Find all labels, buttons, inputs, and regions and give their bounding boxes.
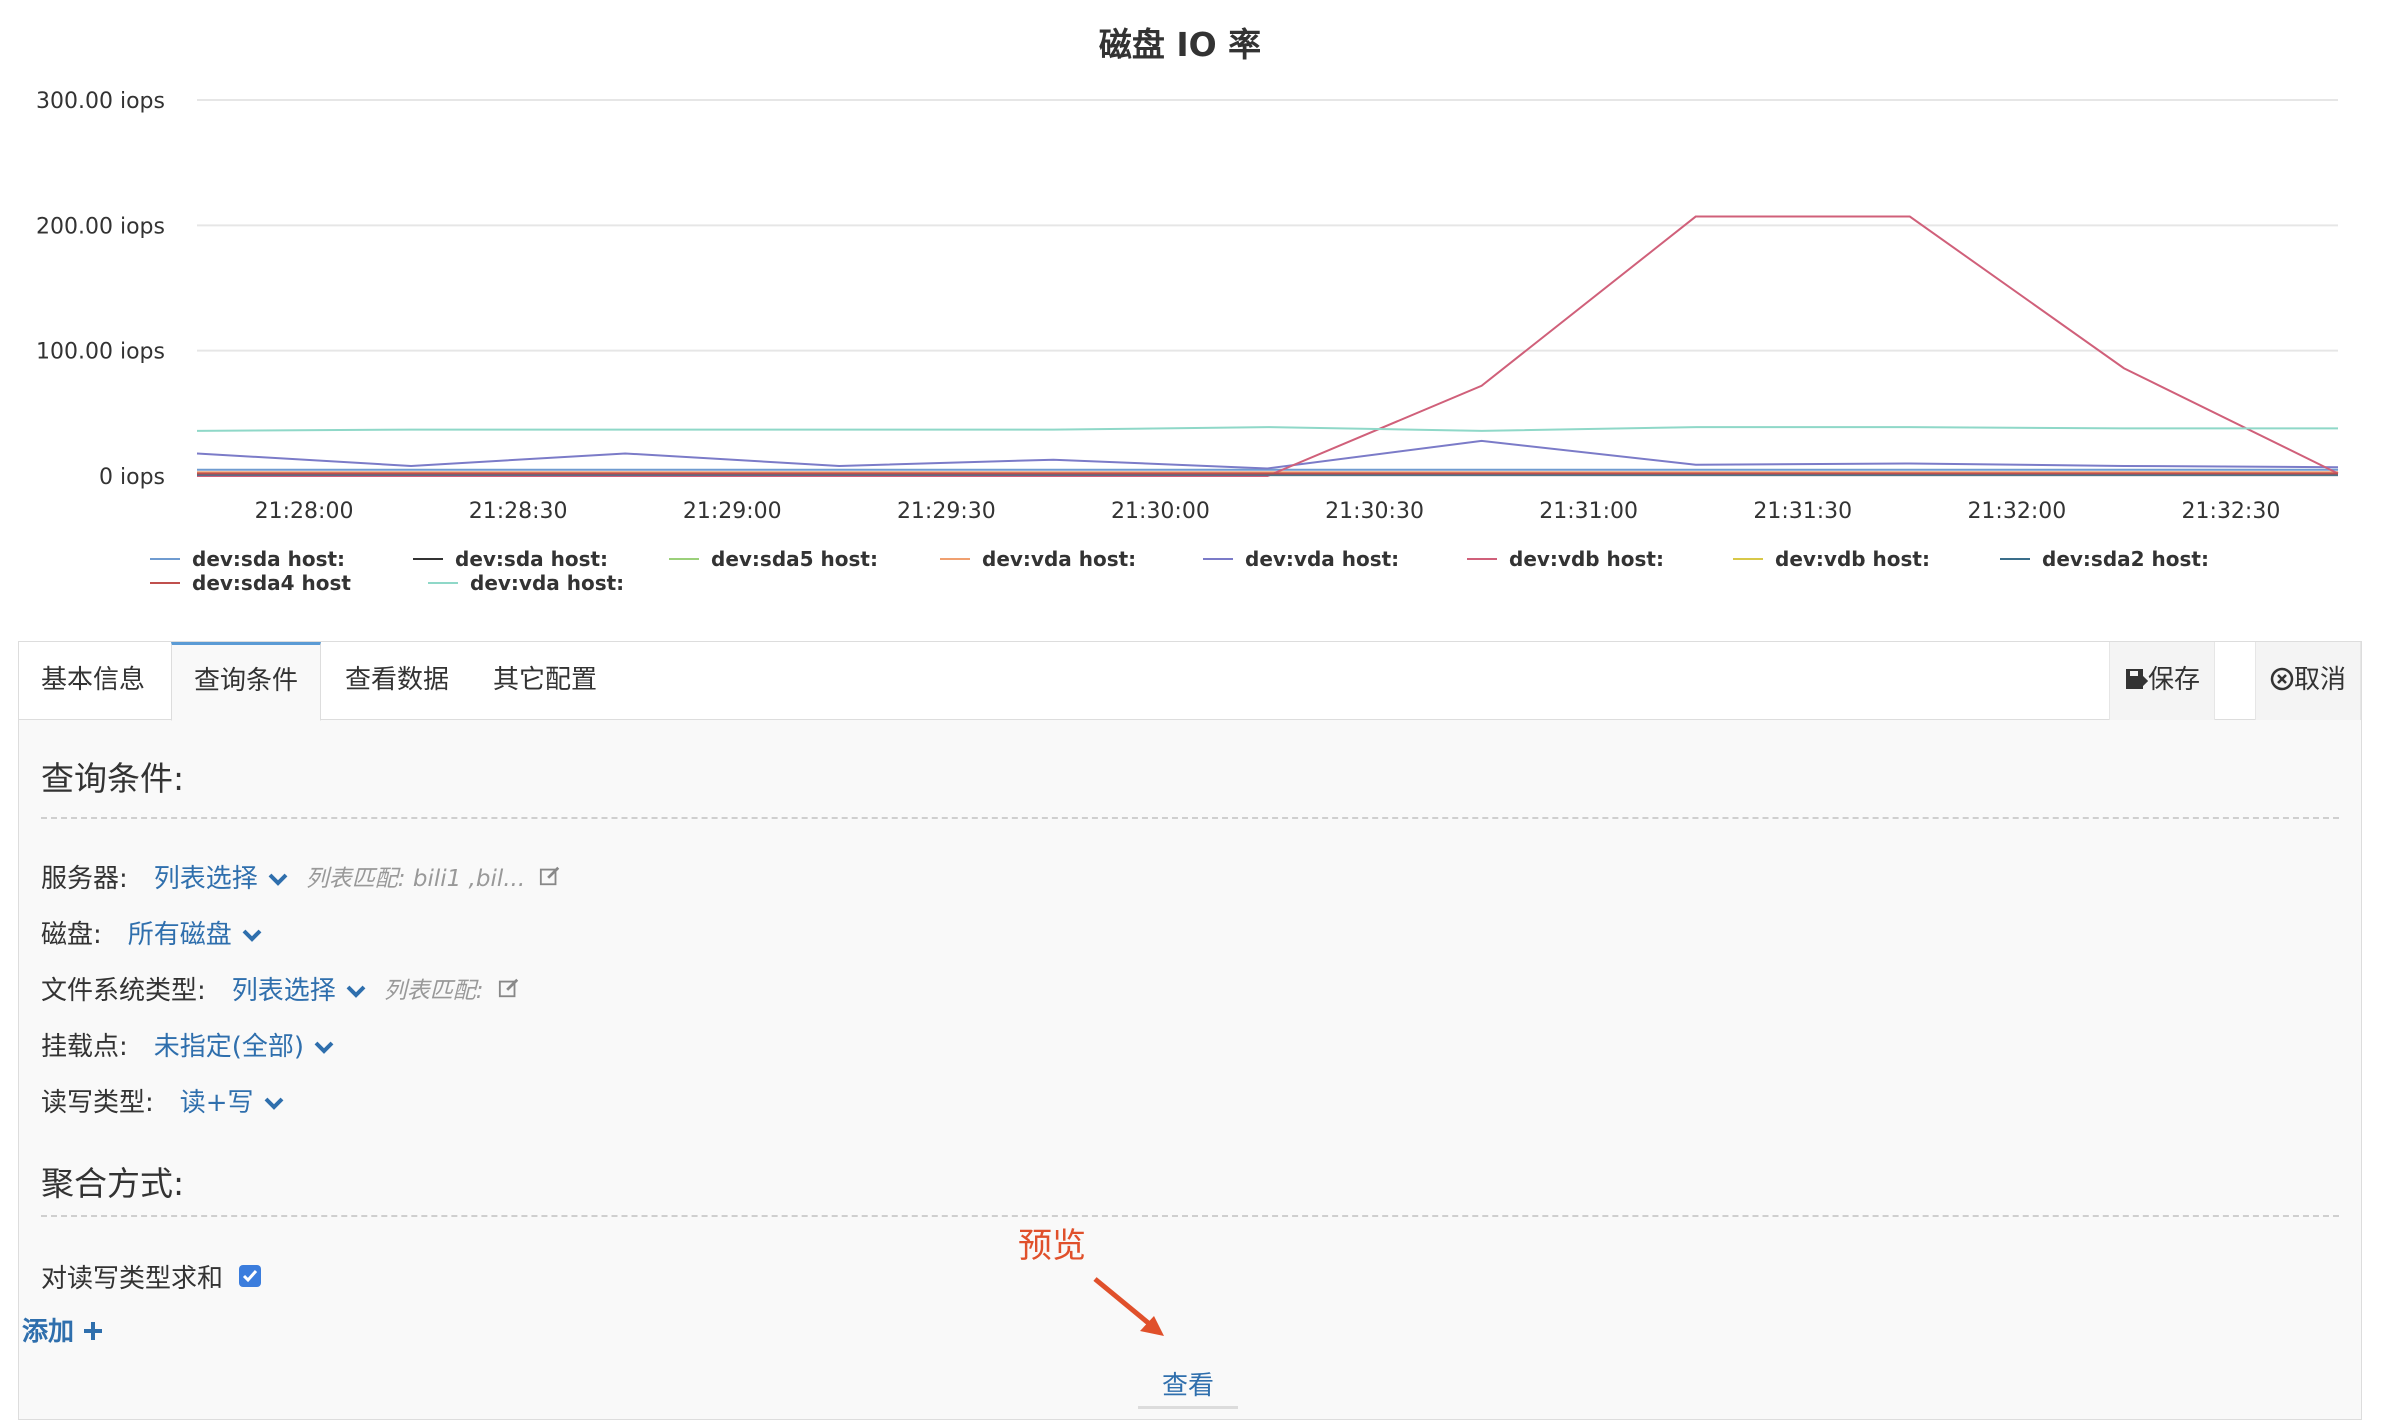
save-label: 保存 bbox=[2148, 665, 2201, 695]
sum-rw-label: 对读写类型求和 bbox=[41, 1263, 224, 1294]
fs-type-label: 文件系统类型: bbox=[41, 975, 206, 1006]
disk-row: 磁盘: 所有磁盘 bbox=[41, 912, 264, 952]
y-tick-label: 0 iops bbox=[99, 465, 165, 490]
x-tick-label: 21:32:30 bbox=[2182, 499, 2281, 524]
server-select[interactable]: 列表选择 bbox=[154, 858, 290, 895]
tab-bar: 基本信息 查询条件 查看数据 其它配置 保存 取消 bbox=[19, 642, 2361, 721]
fs-type-hint: 列表匹配: bbox=[383, 978, 484, 1004]
annotation-arrow-icon bbox=[1093, 1277, 1164, 1336]
chevron-down-icon bbox=[242, 929, 262, 942]
cancel-label: 取消 bbox=[2294, 665, 2347, 695]
tab-basic-info[interactable]: 基本信息 bbox=[19, 642, 167, 720]
add-button[interactable]: 添加 bbox=[22, 1311, 103, 1348]
query-section-title: 查询条件: bbox=[41, 759, 185, 798]
aggregate-divider bbox=[41, 1215, 2339, 1217]
series-line bbox=[196, 439, 2339, 470]
series-line bbox=[197, 215, 2339, 477]
rw-type-select[interactable]: 读+写 bbox=[180, 1082, 286, 1119]
mount-point-label: 挂载点: bbox=[41, 1031, 128, 1062]
save-icon bbox=[2126, 669, 2149, 689]
chevron-down-icon bbox=[346, 985, 366, 998]
plus-icon bbox=[84, 1322, 103, 1340]
disk-label: 磁盘: bbox=[41, 919, 102, 950]
server-label: 服务器: bbox=[41, 863, 128, 894]
legend-item: dev:vda host: bbox=[470, 571, 624, 595]
x-tick-label: 21:28:00 bbox=[255, 499, 354, 524]
sum-rw-checkbox[interactable] bbox=[239, 1265, 262, 1287]
server-row: 服务器: 列表选择 列表匹配: bili1 ,bil... bbox=[41, 856, 561, 896]
legend-item: dev:sda5 host: bbox=[711, 547, 878, 571]
y-tick-label: 100.00 iops bbox=[36, 340, 165, 365]
chevron-down-icon bbox=[314, 1041, 334, 1054]
x-tick-label: 21:31:30 bbox=[1753, 499, 1852, 524]
mount-point-row: 挂载点: 未指定(全部) bbox=[41, 1024, 336, 1064]
y-tick-label: 200.00 iops bbox=[36, 214, 165, 239]
checkmark-icon bbox=[242, 1270, 258, 1283]
query-divider bbox=[41, 817, 2339, 819]
close-circle-icon bbox=[2270, 667, 2294, 691]
fs-type-select[interactable]: 列表选择 bbox=[232, 970, 368, 1007]
chevron-down-icon bbox=[264, 1097, 283, 1110]
legend-item: dev:vdb host: bbox=[1775, 547, 1930, 571]
y-tick-label: 300.00 iops bbox=[36, 89, 165, 114]
view-button[interactable]: 查看 bbox=[1138, 1365, 1238, 1409]
tab-view-data[interactable]: 查看数据 bbox=[323, 642, 471, 720]
legend-item: dev:sda host: bbox=[192, 547, 345, 571]
edit-icon[interactable] bbox=[539, 865, 561, 887]
chart-title: 磁盘 IO 率 bbox=[1098, 25, 1262, 64]
fs-type-select-value: 列表选择 bbox=[231, 975, 336, 1006]
tab-query-conditions[interactable]: 查询条件 bbox=[171, 642, 322, 721]
disk-select-value: 所有磁盘 bbox=[127, 919, 232, 950]
legend-item: dev:vda host: bbox=[982, 547, 1136, 571]
aggregate-section-title: 聚合方式: bbox=[41, 1164, 185, 1203]
x-tick-label: 21:30:00 bbox=[1111, 499, 1210, 524]
rw-type-label: 读写类型: bbox=[41, 1087, 154, 1118]
sum-rw-row: 对读写类型求和 bbox=[41, 1256, 262, 1296]
mount-point-select[interactable]: 未指定(全部) bbox=[154, 1026, 336, 1063]
x-tick-label: 21:32:00 bbox=[1967, 499, 2066, 524]
server-hint: 列表匹配: bili1 ,bil... bbox=[305, 866, 526, 892]
series-line bbox=[196, 426, 2338, 432]
legend-item: dev:vdb host: bbox=[1509, 547, 1664, 571]
page: 磁盘 IO 率 300.00 iops 200.00 iops 100.00 iop… bbox=[0, 0, 2384, 1420]
config-panel: 基本信息 查询条件 查看数据 其它配置 保存 取消 查询条件: 服务器: 列表选… bbox=[18, 641, 2362, 1420]
disk-select[interactable]: 所有磁盘 bbox=[128, 914, 264, 951]
mount-point-select-value: 未指定(全部) bbox=[153, 1031, 305, 1062]
legend-item: dev:sda4 host bbox=[192, 571, 351, 595]
x-tick-label: 21:29:00 bbox=[683, 499, 782, 524]
io-rate-chart: 300.00 iops 200.00 iops 100.00 iops 0 iops 2… bbox=[36, 89, 2339, 595]
x-tick-label: 21:31:00 bbox=[1539, 499, 1638, 524]
save-button[interactable]: 保存 bbox=[2109, 642, 2216, 720]
add-label: 添加 bbox=[22, 1317, 75, 1347]
edit-icon[interactable] bbox=[498, 977, 520, 999]
chevron-down-icon bbox=[268, 873, 288, 886]
legend-item: dev:sda host: bbox=[455, 547, 608, 571]
x-tick-label: 21:28:30 bbox=[469, 499, 568, 524]
legend-item: dev:sda2 host: bbox=[2042, 547, 2209, 571]
tab-other-config[interactable]: 其它配置 bbox=[471, 642, 619, 720]
rw-type-row: 读写类型: 读+写 bbox=[41, 1080, 286, 1120]
preview-annotation: 预览 bbox=[1018, 1226, 1086, 1266]
x-tick-label: 21:30:30 bbox=[1325, 499, 1424, 524]
cancel-button[interactable]: 取消 bbox=[2255, 642, 2361, 720]
server-select-value: 列表选择 bbox=[153, 863, 258, 894]
rw-type-select-value: 读+写 bbox=[179, 1087, 254, 1118]
x-tick-label: 21:29:30 bbox=[897, 499, 996, 524]
legend-item: dev:vda host: bbox=[1245, 547, 1399, 571]
fs-type-row: 文件系统类型: 列表选择 列表匹配: bbox=[41, 968, 520, 1008]
